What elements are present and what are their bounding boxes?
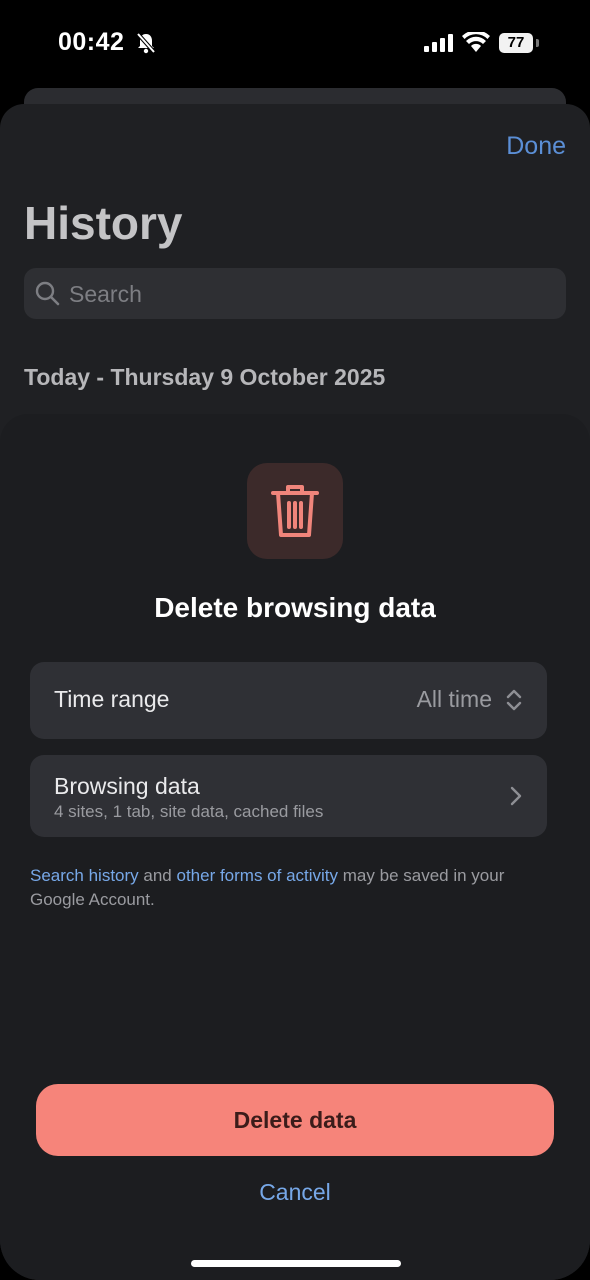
browsing-data-summary: 4 sites, 1 tab, site data, cached files: [54, 802, 324, 821]
browsing-data-row[interactable]: Browsing data 4 sites, 1 tab, site data,…: [30, 755, 547, 837]
battery-tip: [536, 39, 539, 47]
search-icon: [34, 280, 60, 311]
home-indicator[interactable]: [191, 1260, 401, 1267]
signal-icon: [424, 34, 454, 57]
trash-icon: [269, 481, 321, 546]
time-range-value: All time: [416, 686, 492, 712]
delete-data-label: Delete data: [233, 1107, 357, 1133]
phone-screen: 00:42 77 Done History Search Today - Thu…: [0, 0, 590, 1280]
chevron-up-down-icon: [506, 688, 522, 717]
status-time: 00:42: [58, 28, 125, 56]
footnote-text: and: [138, 866, 177, 885]
search-input[interactable]: Search: [24, 268, 566, 319]
trash-tile: [247, 463, 343, 559]
chevron-right-icon: [510, 786, 522, 811]
search-history-link[interactable]: Search history: [30, 866, 139, 885]
account-footnote: Search history and other forms of activi…: [30, 864, 550, 912]
status-bar: 00:42 77: [0, 0, 590, 90]
search-placeholder: Search: [69, 281, 142, 307]
time-range-label: Time range: [54, 686, 170, 712]
done-button[interactable]: Done: [506, 132, 566, 161]
wifi-icon: [462, 30, 490, 57]
date-header: Today - Thursday 9 October 2025: [24, 364, 386, 390]
time-range-row[interactable]: Time range All time: [30, 662, 547, 739]
browsing-data-label: Browsing data: [54, 773, 200, 799]
battery-icon: 77: [499, 33, 533, 53]
other-activity-link[interactable]: other forms of activity: [176, 866, 338, 885]
sheet-title: Delete browsing data: [154, 592, 436, 623]
delete-browsing-data-sheet: Delete browsing data Time range All time…: [0, 414, 590, 1280]
delete-data-button[interactable]: Delete data: [36, 1084, 554, 1156]
bell-muted-icon: [136, 32, 156, 59]
battery-level: 77: [507, 34, 525, 51]
cancel-button[interactable]: Cancel: [0, 1179, 590, 1206]
page-title: History: [24, 197, 183, 249]
